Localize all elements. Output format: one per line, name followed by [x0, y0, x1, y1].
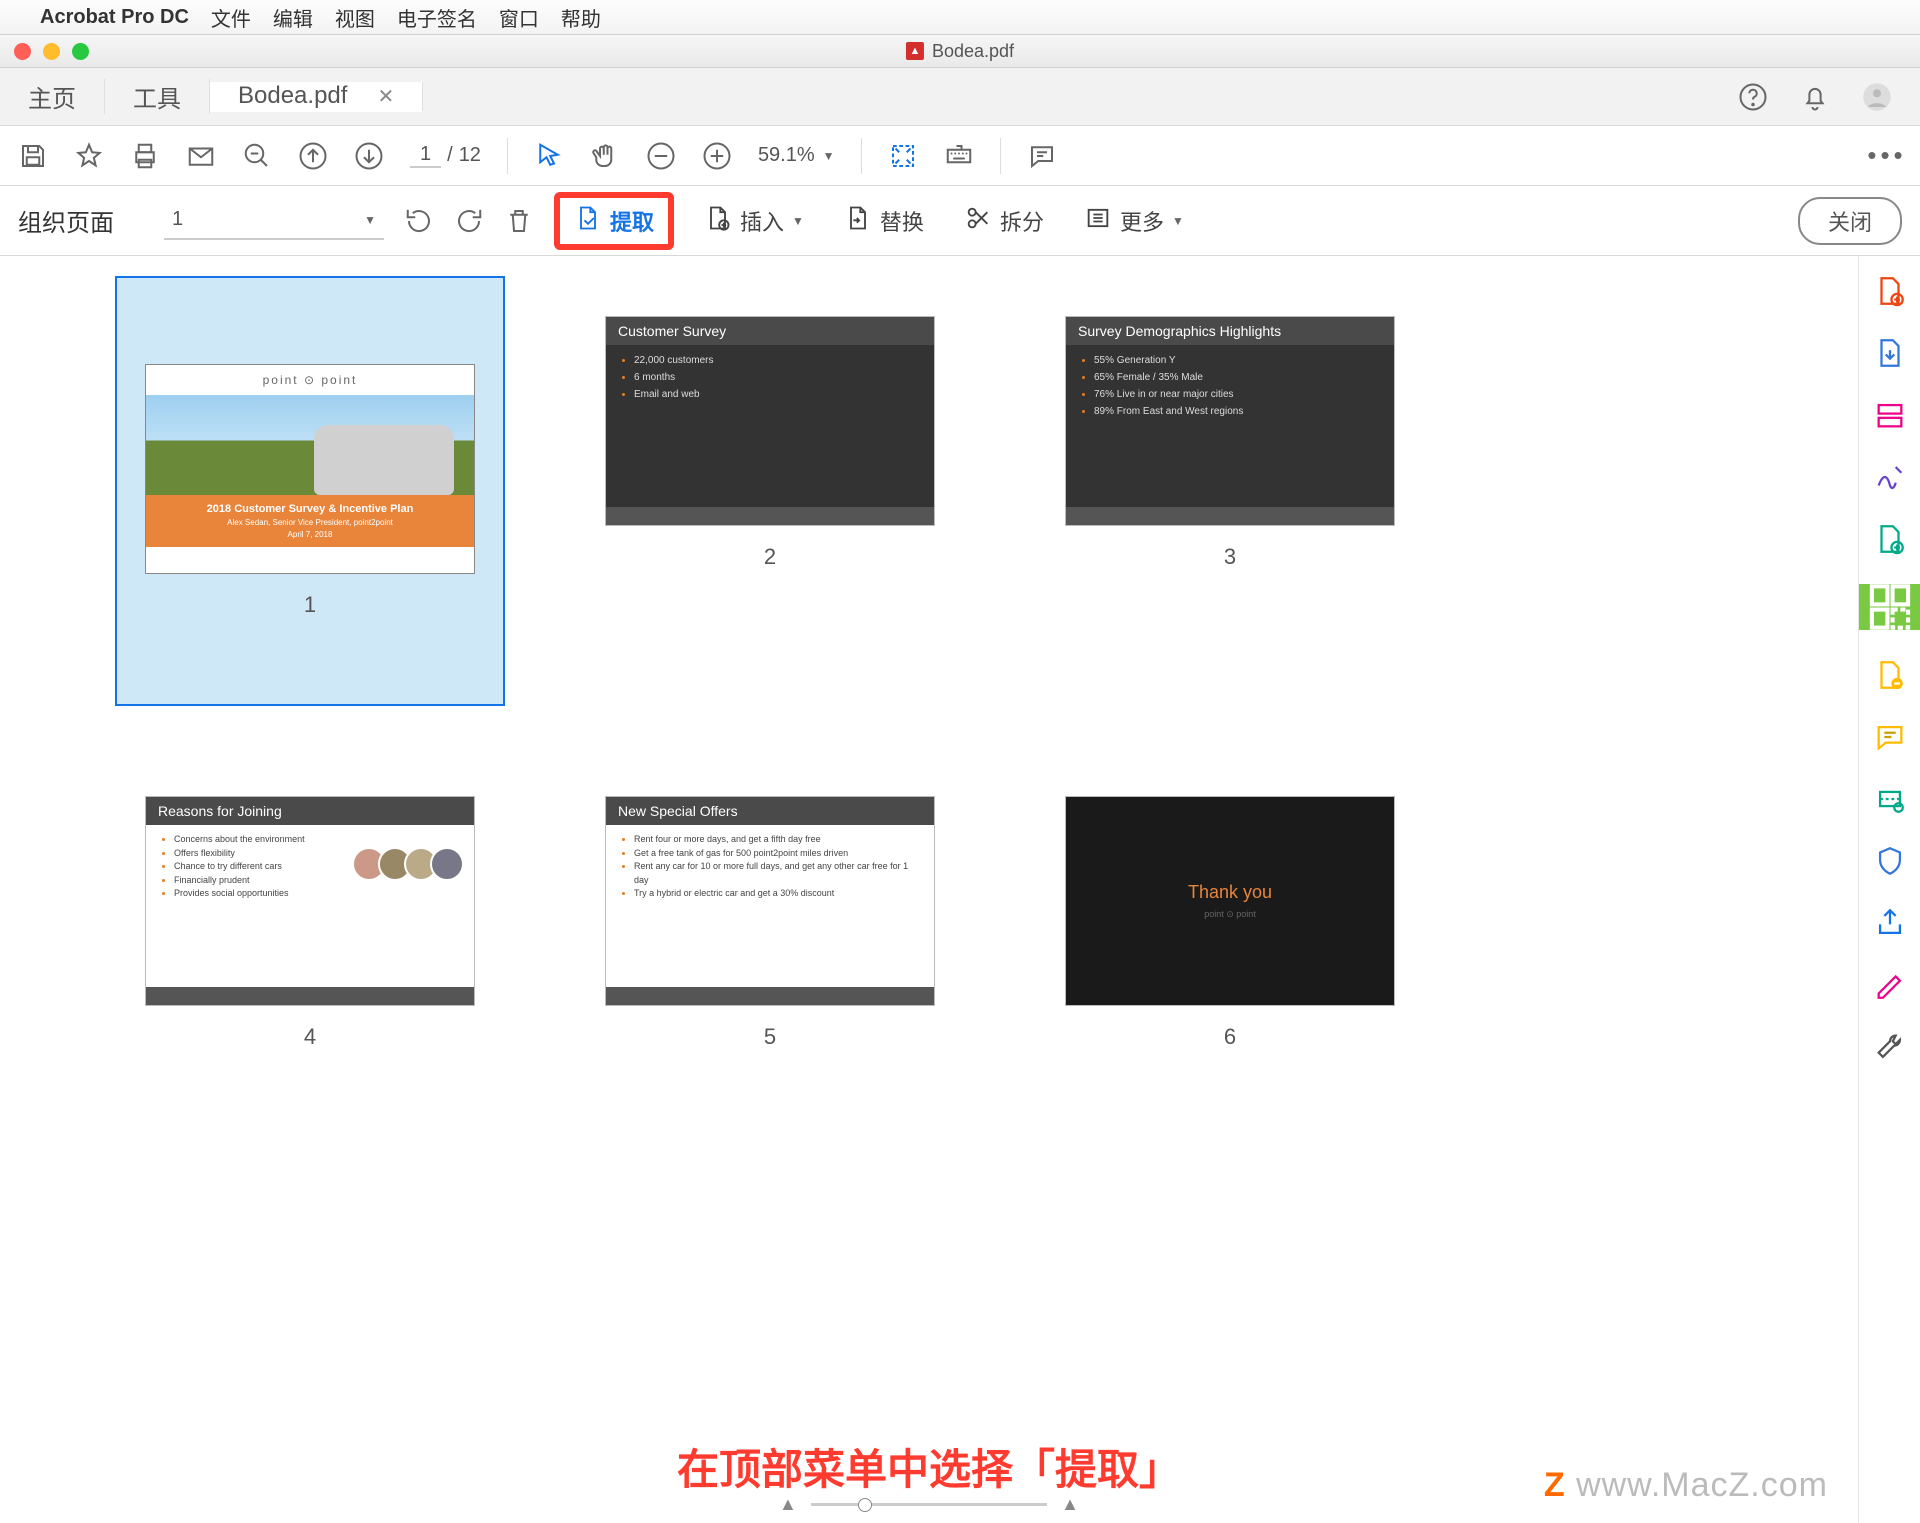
- page-range-select[interactable]: 1▼: [164, 202, 384, 240]
- insert-page-icon: [704, 204, 732, 238]
- insert-button[interactable]: 插入▼: [694, 198, 814, 244]
- organize-pages-title: 组织页面: [18, 203, 114, 238]
- extract-button[interactable]: 提取: [554, 192, 674, 250]
- star-icon[interactable]: [74, 141, 104, 171]
- zoom-slider[interactable]: ▲ ▲: [779, 1494, 1079, 1515]
- keyboard-icon[interactable]: [944, 141, 974, 171]
- insert-label: 插入: [740, 205, 784, 237]
- bell-icon[interactable]: [1800, 82, 1830, 112]
- workspace: point ⊙ point 2018 Customer Survey & Inc…: [0, 256, 1920, 1523]
- tab-active-label: Bodea.pdf: [238, 82, 347, 110]
- organize-pages-icon-active[interactable]: [1859, 584, 1920, 630]
- replace-label: 替换: [880, 205, 924, 237]
- page-thumbnail[interactable]: point ⊙ point 2018 Customer Survey & Inc…: [145, 364, 475, 574]
- minus-icon[interactable]: [646, 141, 676, 171]
- save-icon[interactable]: [18, 141, 48, 171]
- page-thumbnail-5[interactable]: New Special Offers Rent four or more day…: [605, 796, 935, 1006]
- edit-pdf-icon[interactable]: [1873, 398, 1907, 432]
- document-tabbar: 主页 工具 Bodea.pdf ✕: [0, 68, 1920, 126]
- page-thumbnail-6[interactable]: Thank you point ⊙ point: [1065, 796, 1395, 1006]
- menu-esign[interactable]: 电子签名: [397, 3, 477, 32]
- comment-icon[interactable]: [1873, 720, 1907, 754]
- share-icon[interactable]: [1873, 906, 1907, 940]
- window-titlebar: ▲ Bodea.pdf: [0, 35, 1920, 68]
- menu-edit[interactable]: 编辑: [273, 3, 313, 32]
- arrow-up-icon[interactable]: [298, 141, 328, 171]
- fit-icon[interactable]: [888, 141, 918, 171]
- tab-home[interactable]: 主页: [0, 79, 105, 114]
- menu-file[interactable]: 文件: [211, 3, 251, 32]
- app-name[interactable]: Acrobat Pro DC: [40, 6, 189, 29]
- replace-page-icon: [844, 204, 872, 238]
- trash-icon[interactable]: [504, 206, 534, 236]
- hand-tool-icon[interactable]: [590, 141, 620, 171]
- total-pages: 12: [459, 144, 481, 167]
- traffic-light-maximize[interactable]: [72, 43, 89, 60]
- rotate-left-icon[interactable]: [404, 206, 434, 236]
- gear-list-icon: [1084, 204, 1112, 238]
- thumbnail-area[interactable]: point ⊙ point 2018 Customer Survey & Inc…: [0, 256, 1858, 1523]
- plus-icon[interactable]: [702, 141, 732, 171]
- tutorial-caption: 在顶部菜单中选择「提取」: [677, 1436, 1181, 1497]
- thumb-large-icon: ▲: [1061, 1494, 1079, 1515]
- main-toolbar: 1 / 12 59.1%▼ •••: [0, 126, 1920, 186]
- zoom-level-select[interactable]: 59.1%▼: [758, 144, 835, 167]
- page-thumbnail-4[interactable]: Reasons for Joining Concerns about the e…: [145, 796, 475, 1006]
- page-separator: /: [447, 144, 453, 167]
- extract-page-icon: [574, 204, 602, 238]
- replace-button[interactable]: 替换: [834, 198, 934, 244]
- current-page-input[interactable]: 1: [410, 143, 441, 168]
- traffic-light-close[interactable]: [14, 43, 31, 60]
- user-avatar-icon[interactable]: [1862, 82, 1892, 112]
- page-number: 4: [304, 1024, 316, 1050]
- split-label: 拆分: [1000, 205, 1044, 237]
- zoom-out-icon[interactable]: [242, 141, 272, 171]
- right-tool-rail: [1858, 256, 1920, 1523]
- page-thumbnail-3[interactable]: Survey Demographics Highlights 55% Gener…: [1065, 316, 1395, 526]
- tab-active-document[interactable]: Bodea.pdf ✕: [210, 82, 423, 112]
- sticky-note-icon[interactable]: [1027, 141, 1057, 171]
- sign-icon[interactable]: [1873, 460, 1907, 494]
- arrow-down-icon[interactable]: [354, 141, 384, 171]
- create-pdf-icon[interactable]: [1873, 274, 1907, 308]
- protect-icon[interactable]: [1873, 844, 1907, 878]
- fill-sign-icon[interactable]: [1873, 968, 1907, 1002]
- tools-icon[interactable]: [1873, 1030, 1907, 1064]
- pdf-file-icon: ▲: [906, 42, 924, 60]
- page-number: 6: [1224, 1024, 1236, 1050]
- extract-label: 提取: [610, 205, 654, 237]
- more-button[interactable]: 更多▼: [1074, 198, 1194, 244]
- menu-help[interactable]: 帮助: [561, 3, 601, 32]
- rotate-right-icon[interactable]: [454, 206, 484, 236]
- mac-menubar: Acrobat Pro DC 文件 编辑 视图 电子签名 窗口 帮助: [0, 0, 1920, 35]
- page-thumbnail-2[interactable]: Customer Survey 22,000 customers 6 month…: [605, 316, 935, 526]
- page-number: 3: [1224, 544, 1236, 570]
- menu-view[interactable]: 视图: [335, 3, 375, 32]
- combine-icon[interactable]: [1873, 522, 1907, 556]
- selection-tool-icon[interactable]: [534, 141, 564, 171]
- split-icon: [964, 204, 992, 238]
- page-number: 2: [764, 544, 776, 570]
- window-title: Bodea.pdf: [932, 41, 1014, 62]
- export-pdf-icon[interactable]: [1873, 336, 1907, 370]
- scan-icon[interactable]: [1873, 782, 1907, 816]
- compress-icon[interactable]: [1873, 658, 1907, 692]
- page-number: 1: [304, 592, 316, 618]
- split-button[interactable]: 拆分: [954, 198, 1054, 244]
- organize-toolbar: 组织页面 1▼ 提取 插入▼ 替换 拆分 更多▼ 关闭: [0, 186, 1920, 256]
- tab-tools[interactable]: 工具: [105, 79, 210, 114]
- page-number: 5: [764, 1024, 776, 1050]
- close-button[interactable]: 关闭: [1798, 197, 1902, 245]
- mail-icon[interactable]: [186, 141, 216, 171]
- page-thumbnail-1-selected[interactable]: point ⊙ point 2018 Customer Survey & Inc…: [115, 276, 505, 706]
- more-icon[interactable]: •••: [1872, 141, 1902, 171]
- print-icon[interactable]: [130, 141, 160, 171]
- traffic-light-minimize[interactable]: [43, 43, 60, 60]
- tab-close-icon[interactable]: ✕: [377, 84, 394, 109]
- thumb-small-icon: ▲: [779, 1494, 797, 1515]
- more-label: 更多: [1120, 205, 1164, 237]
- menu-window[interactable]: 窗口: [499, 3, 539, 32]
- help-icon[interactable]: [1738, 82, 1768, 112]
- watermark: Z www.MacZ.com: [1544, 1466, 1828, 1505]
